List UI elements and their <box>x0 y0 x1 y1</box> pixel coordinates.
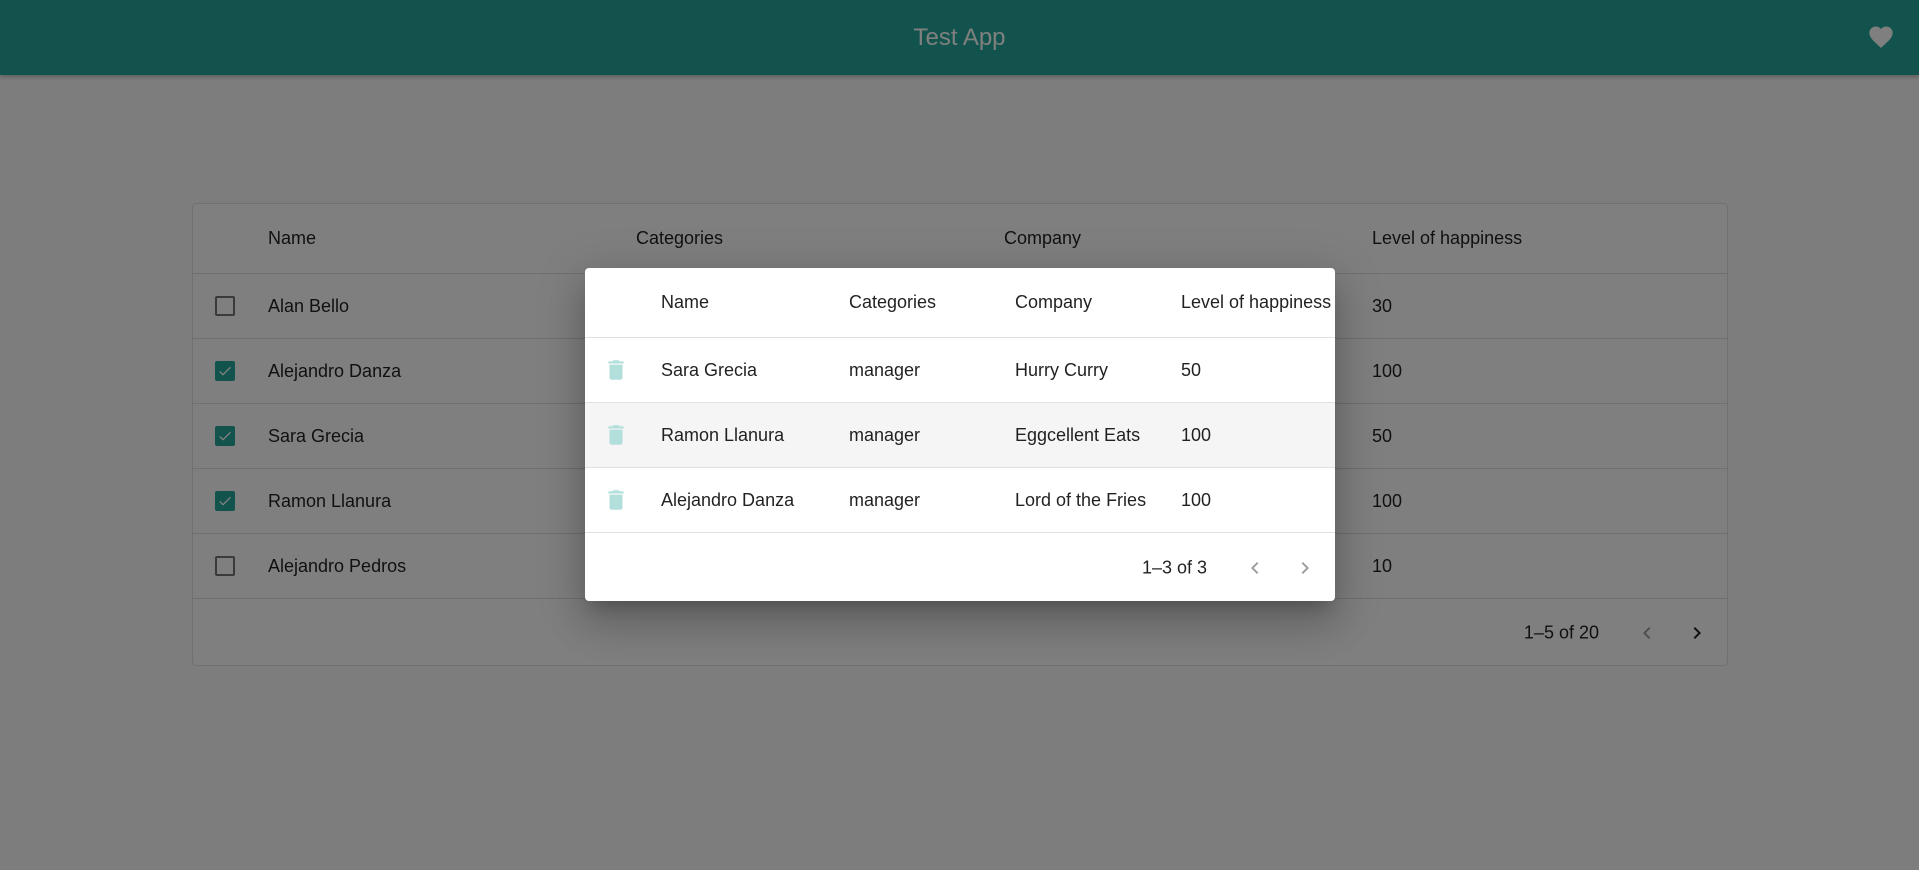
dialog-table-header: Name Categories Company Level of happine… <box>585 268 1335 338</box>
column-header-happiness[interactable]: Level of happiness <box>1181 268 1331 337</box>
row-happiness: 100 <box>1181 424 1212 445</box>
row-happiness: 100 <box>1181 489 1212 510</box>
trash-icon <box>608 360 624 380</box>
delete-row-button[interactable] <box>601 355 631 385</box>
column-header-company[interactable]: Company <box>1015 268 1092 337</box>
row-category: manager <box>849 424 921 445</box>
dialog-row[interactable]: Ramon Llanura manager Eggcellent Eats 10… <box>585 403 1335 468</box>
row-category: manager <box>849 359 921 380</box>
prev-page-button[interactable] <box>1237 550 1273 586</box>
row-company: Lord of the Fries <box>1015 489 1147 510</box>
row-name: Alejandro Danza <box>661 489 795 510</box>
dialog-row[interactable]: Alejandro Danza manager Lord of the Frie… <box>585 468 1335 533</box>
column-header-categories[interactable]: Categories <box>849 268 936 337</box>
row-happiness: 50 <box>1181 359 1202 380</box>
dialog-row[interactable]: Sara Grecia manager Hurry Curry 50 <box>585 338 1335 403</box>
column-header-name[interactable]: Name <box>661 268 709 337</box>
row-category: manager <box>849 489 921 510</box>
row-company: Hurry Curry <box>1015 359 1108 380</box>
selected-rows-dialog: Name Categories Company Level of happine… <box>585 268 1335 601</box>
chevron-right-icon <box>1301 562 1309 574</box>
pagination-range: 1–3 of 3 <box>1141 557 1207 578</box>
row-name: Ramon Llanura <box>661 424 785 445</box>
row-company: Eggcellent Eats <box>1015 424 1141 445</box>
next-page-button[interactable] <box>1287 550 1323 586</box>
chevron-left-icon <box>1251 562 1259 574</box>
row-name: Sara Grecia <box>661 359 758 380</box>
trash-icon <box>608 425 624 445</box>
dialog-pagination: 1–3 of 3 <box>585 535 1335 601</box>
delete-row-button[interactable] <box>601 420 631 450</box>
delete-row-button[interactable] <box>601 485 631 515</box>
trash-icon <box>608 490 624 510</box>
